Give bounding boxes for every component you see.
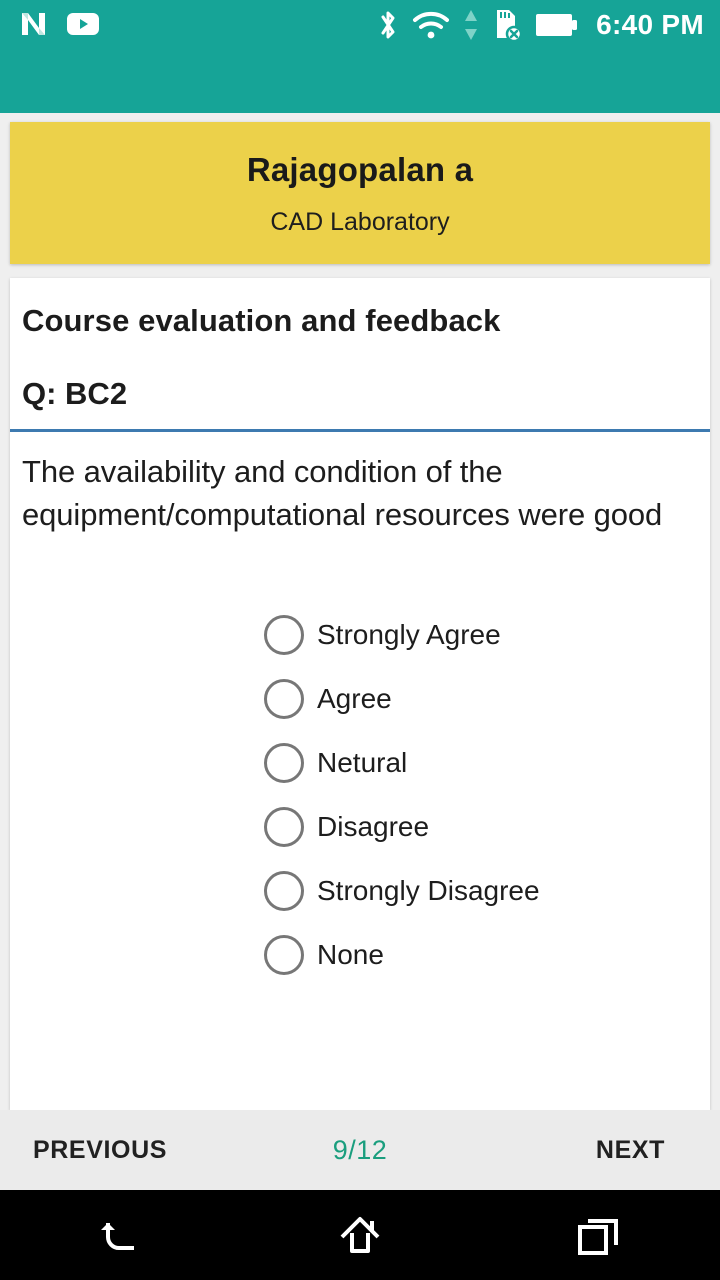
- status-bar-system-icons: 6:40 PM: [377, 8, 704, 42]
- phone-screen: 6:40 PM Rajagopalan a CAD Laboratory Cou…: [0, 0, 720, 1280]
- nav-back-button[interactable]: [60, 1190, 180, 1280]
- wifi-icon: [413, 11, 450, 39]
- option-row-disagree[interactable]: Disagree: [264, 795, 540, 859]
- radio-button-strongly-disagree[interactable]: [264, 871, 304, 911]
- radio-button-strongly-agree[interactable]: [264, 615, 304, 655]
- sd-card-error-icon: [497, 10, 523, 42]
- status-bar-clock: 6:40 PM: [596, 9, 704, 40]
- radio-button-none[interactable]: [264, 935, 304, 975]
- question-code: Q: BC2: [22, 376, 128, 411]
- status-bar: 6:40 PM: [0, 0, 720, 113]
- battery-full-icon: [536, 14, 578, 36]
- android-navigation-bar: [0, 1190, 720, 1280]
- radio-button-disagree[interactable]: [264, 807, 304, 847]
- option-label-netural: Netural: [317, 747, 408, 778]
- option-row-agree[interactable]: Agree: [264, 667, 540, 731]
- option-label-none: None: [317, 939, 384, 970]
- faculty-header-card: Rajagopalan a CAD Laboratory: [10, 122, 710, 264]
- status-bar-notifications: [18, 9, 100, 39]
- next-button[interactable]: NEXT: [596, 1136, 665, 1165]
- course-name: CAD Laboratory: [270, 207, 450, 236]
- option-row-none[interactable]: None: [264, 923, 540, 987]
- option-label-strongly-agree: Strongly Agree: [317, 619, 501, 650]
- option-label-agree: Agree: [317, 683, 392, 714]
- back-icon: [101, 1223, 134, 1250]
- option-row-strongly-disagree[interactable]: Strongly Disagree: [264, 859, 540, 923]
- option-row-netural[interactable]: Netural: [264, 731, 540, 795]
- nav-home-button[interactable]: [300, 1190, 420, 1280]
- radio-button-agree[interactable]: [264, 679, 304, 719]
- header-divider: [10, 429, 710, 432]
- youtube-icon: [67, 13, 99, 35]
- faculty-name: Rajagopalan a: [246, 150, 474, 188]
- nav-recents-button[interactable]: [540, 1190, 660, 1280]
- option-row-strongly-agree[interactable]: Strongly Agree: [264, 603, 540, 667]
- survey-title: Course evaluation and feedback: [22, 303, 501, 338]
- answer-options-group: Strongly Agree Agree Netural Disagree St…: [264, 603, 540, 987]
- pagination-bar: PREVIOUS 9/12 NEXT: [0, 1110, 720, 1190]
- option-label-disagree: Disagree: [317, 811, 430, 842]
- question-card: Course evaluation and feedback Q: BC2 Th…: [10, 278, 710, 1110]
- bluetooth-icon: [381, 11, 395, 39]
- radio-button-netural[interactable]: [264, 743, 304, 783]
- home-icon: [340, 1217, 380, 1253]
- data-transfer-icon: [465, 10, 478, 40]
- option-label-strongly-disagree: Strongly Disagree: [317, 875, 540, 906]
- recents-icon: [578, 1219, 618, 1255]
- question-text: The availability and condition of the eq…: [22, 454, 663, 532]
- n-logo-icon: [22, 13, 45, 35]
